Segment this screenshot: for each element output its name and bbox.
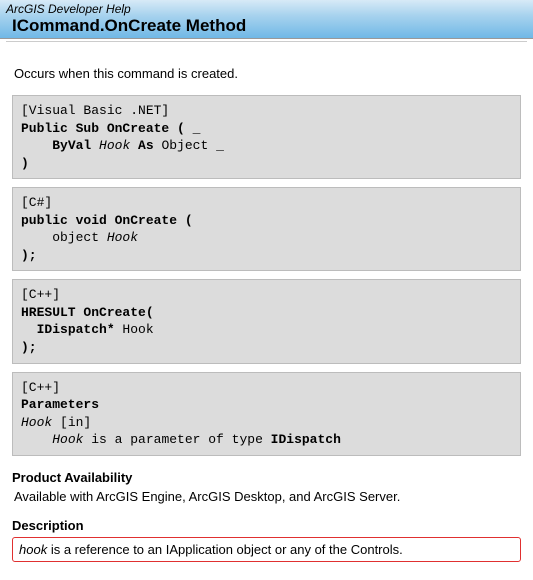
content-wrap: Occurs when this command is created. [Vi… <box>0 52 533 580</box>
param-hook: Hook <box>21 415 52 430</box>
param-hook: Hook <box>107 230 138 245</box>
kw-byval: ByVal <box>52 138 91 153</box>
kw-oncreate: OnCreate <box>107 213 185 228</box>
paren-open: ( _ <box>177 121 200 136</box>
type-idispatch: IDispatch* <box>37 322 115 337</box>
kw-parameters: Parameters <box>21 397 99 412</box>
lang-tag: [C++] <box>21 287 60 302</box>
title-bar: ArcGIS Developer Help ICommand.OnCreate … <box>0 0 533 39</box>
param-hook: Hook <box>115 322 154 337</box>
paren-close: ); <box>21 248 37 263</box>
indent <box>21 322 37 337</box>
code-block-cpp-signature: [C++] HRESULT OnCreate( IDispatch* Hook … <box>12 279 521 363</box>
product-availability-heading: Product Availability <box>12 470 521 485</box>
paren-open: ( <box>146 305 154 320</box>
paren-close: ); <box>21 340 37 355</box>
type-object: object <box>21 230 107 245</box>
type-object: Object _ <box>154 138 224 153</box>
summary-text: Occurs when this command is created. <box>14 66 519 81</box>
indent <box>21 138 52 153</box>
param-desc: is a parameter of type <box>83 432 270 447</box>
paren-open: ( <box>185 213 193 228</box>
description-callout: hook is a reference to an IApplication o… <box>12 537 521 562</box>
code-block-vbnet: [Visual Basic .NET] Public Sub OnCreate … <box>12 95 521 179</box>
page-title: ICommand.OnCreate Method <box>12 16 529 36</box>
kw-hresult: HRESULT <box>21 305 76 320</box>
kw-public-sub: Public Sub <box>21 121 99 136</box>
product-availability-body: Available with ArcGIS Engine, ArcGIS Des… <box>14 489 519 504</box>
description-heading: Description <box>12 518 521 533</box>
param-hook: Hook <box>52 432 83 447</box>
title-divider <box>6 41 527 42</box>
indent <box>21 432 52 447</box>
lang-tag: [Visual Basic .NET] <box>21 103 169 118</box>
breadcrumb: ArcGIS Developer Help <box>6 2 529 16</box>
kw-oncreate: OnCreate <box>76 305 146 320</box>
lang-tag: [C#] <box>21 195 52 210</box>
type-idispatch: IDispatch <box>271 432 341 447</box>
code-block-csharp: [C#] public void OnCreate ( object Hook … <box>12 187 521 271</box>
paren-close: ) <box>21 156 29 171</box>
description-body: is a reference to an IApplication object… <box>47 542 403 557</box>
param-direction: [in] <box>52 415 91 430</box>
code-block-cpp-params: [C++] Parameters Hook [in] Hook is a par… <box>12 372 521 456</box>
lang-tag: [C++] <box>21 380 60 395</box>
hook-italic: hook <box>19 542 47 557</box>
kw-as: As <box>138 138 154 153</box>
kw-public-void: public void <box>21 213 107 228</box>
kw-oncreate: OnCreate <box>99 121 177 136</box>
param-hook: Hook <box>91 138 138 153</box>
